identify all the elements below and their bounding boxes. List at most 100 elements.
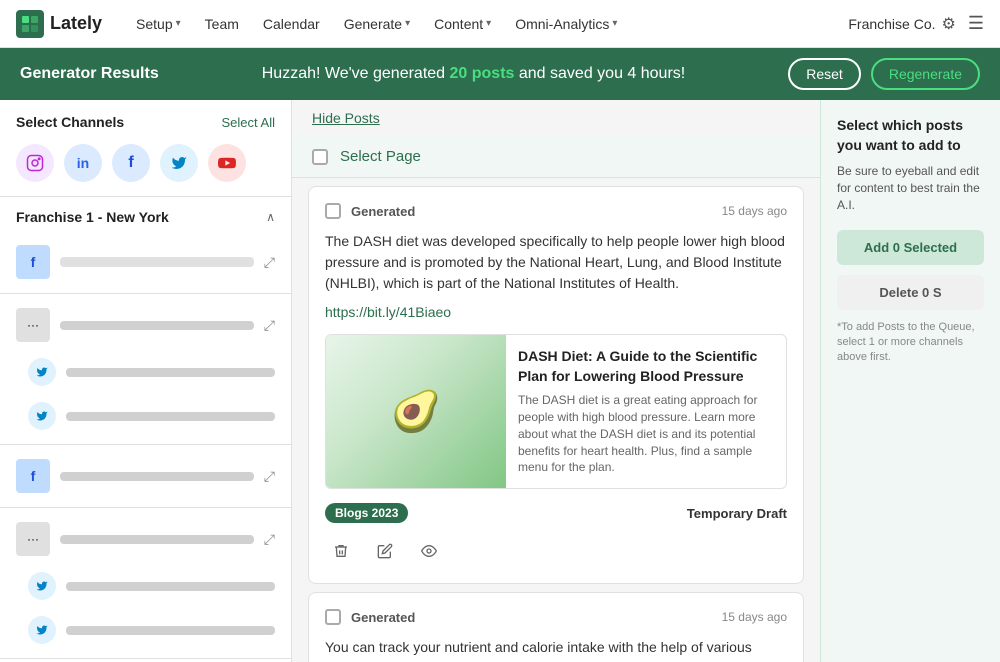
sub-avatar: [28, 402, 56, 430]
post-body: The DASH diet was developed specifically…: [325, 231, 787, 294]
banner-message: Huzzah! We've generated 20 posts and sav…: [159, 65, 789, 83]
sidebar-channel-header: Select Channels Select All: [0, 100, 291, 140]
franchise-name: Franchise 1 - New York: [16, 209, 169, 225]
banner-title: Generator Results: [20, 65, 159, 83]
post-actions: [325, 535, 787, 567]
youtube-channel-icon[interactable]: [208, 144, 246, 182]
blurred-name: [60, 535, 254, 544]
blurred-name: [60, 472, 254, 481]
blurred-name: [60, 321, 254, 330]
banner-buttons: Reset Regenerate: [788, 58, 980, 90]
delete-post-icon[interactable]: [325, 535, 357, 567]
expand-icon[interactable]: ⤢: [264, 317, 275, 334]
preview-post-icon[interactable]: [413, 535, 445, 567]
sub-avatar: [28, 616, 56, 644]
franchise-selector[interactable]: Franchise Co. ⚙: [848, 14, 956, 34]
center-content: Hide Posts Select Page Generated 15 days…: [292, 100, 820, 662]
nav-generate[interactable]: Generate ▾: [334, 10, 420, 38]
blurred-name: [66, 368, 275, 377]
expand-icon[interactable]: ⤢: [264, 254, 275, 271]
channel-icons-row: in f: [0, 140, 291, 196]
franchise-header[interactable]: Franchise 1 - New York ∧: [0, 197, 291, 237]
post-checkbox[interactable]: [325, 203, 341, 219]
facebook-channel-icon[interactable]: f: [112, 144, 150, 182]
left-sidebar: Select Channels Select All in f: [0, 100, 292, 662]
sub-avatar: [28, 358, 56, 386]
delete-selected-button[interactable]: Delete 0 S: [837, 275, 984, 310]
logo-icon: [16, 10, 44, 38]
post-status: Generated: [351, 204, 415, 219]
generator-banner: Generator Results Huzzah! We've generate…: [0, 48, 1000, 100]
hide-posts-link[interactable]: Hide Posts: [312, 110, 380, 126]
article-text: DASH Diet: A Guide to the Scientific Pla…: [506, 335, 786, 488]
chevron-down-icon: ▾: [612, 18, 617, 29]
chevron-down-icon: ▾: [176, 18, 181, 29]
select-channels-label: Select Channels: [16, 114, 124, 130]
app-name: Lately: [50, 13, 102, 34]
sub-avatar: [28, 572, 56, 600]
regenerate-button[interactable]: Regenerate: [871, 58, 980, 90]
post-header: Generated 15 days ago: [325, 203, 787, 219]
right-panel: Select which posts you want to add to Be…: [820, 100, 1000, 662]
logo-area[interactable]: Lately: [16, 10, 102, 38]
account-item[interactable]: f ⤢: [0, 237, 291, 287]
nav-items: Setup ▾ Team Calendar Generate ▾ Content…: [126, 10, 848, 38]
main-layout: Select Channels Select All in f: [0, 100, 1000, 662]
post-checkbox[interactable]: [325, 609, 341, 625]
article-title: DASH Diet: A Guide to the Scientific Pla…: [518, 347, 774, 386]
article-desc: The DASH diet is a great eating approach…: [518, 392, 774, 476]
linkedin-channel-icon[interactable]: in: [64, 144, 102, 182]
post-body: You can track your nutrient and calorie …: [325, 637, 787, 662]
chevron-down-icon: ▾: [405, 18, 410, 29]
right-panel-desc: Be sure to eyeball and edit for content …: [837, 163, 984, 213]
right-panel-title: Select which posts you want to add to: [837, 116, 984, 155]
expand-icon[interactable]: ⤢: [264, 531, 275, 548]
edit-post-icon[interactable]: [369, 535, 401, 567]
select-all-link[interactable]: Select All: [222, 115, 275, 130]
twitter-channel-icon[interactable]: [160, 144, 198, 182]
nav-content[interactable]: Content ▾: [424, 10, 501, 38]
post-card: Generated 15 days ago You can track your…: [308, 592, 804, 662]
blurred-name: [66, 582, 275, 591]
post-date: 15 days ago: [722, 610, 787, 624]
nav-omni-analytics[interactable]: Omni-Analytics ▾: [505, 10, 627, 38]
post-status: Generated: [351, 610, 415, 625]
instagram-channel-icon[interactable]: [16, 144, 54, 182]
nav-team[interactable]: Team: [195, 10, 249, 38]
avatar: ···: [16, 308, 50, 342]
top-navigation: Lately Setup ▾ Team Calendar Generate ▾ …: [0, 0, 1000, 48]
nav-calendar[interactable]: Calendar: [253, 10, 330, 38]
menu-icon[interactable]: ☰: [968, 13, 984, 34]
collapse-icon: ∧: [266, 210, 275, 224]
account-name: [60, 257, 254, 267]
avatar: ···: [16, 522, 50, 556]
account-group-item[interactable]: ··· ⤢: [0, 514, 291, 564]
reset-button[interactable]: Reset: [788, 58, 861, 90]
sub-account-item[interactable]: [0, 608, 291, 652]
draft-status: Temporary Draft: [687, 506, 787, 521]
sub-account-item[interactable]: [0, 564, 291, 608]
tag-badge: Blogs 2023: [325, 503, 408, 523]
post-date: 15 days ago: [722, 204, 787, 218]
sub-account-item[interactable]: [0, 350, 291, 394]
article-preview: 🥑 DASH Diet: A Guide to the Scientific P…: [325, 334, 787, 489]
add-selected-button[interactable]: Add 0 Selected: [837, 230, 984, 265]
expand-icon[interactable]: ⤢: [264, 468, 275, 485]
avatar: f: [16, 245, 50, 279]
post-header: Generated 15 days ago: [325, 609, 787, 625]
article-thumbnail: 🥑: [326, 335, 506, 488]
account-group-item[interactable]: ··· ⤢: [0, 300, 291, 350]
chevron-down-icon: ▾: [486, 18, 491, 29]
franchise-section: Franchise 1 - New York ∧ f ⤢ ··· ⤢: [0, 196, 291, 662]
nav-setup[interactable]: Setup ▾: [126, 10, 191, 38]
sub-account-item[interactable]: [0, 394, 291, 438]
nav-right: Franchise Co. ⚙ ☰: [848, 13, 984, 34]
select-page-row: Select Page: [292, 136, 820, 178]
post-link[interactable]: https://bit.ly/41Biaeo: [325, 304, 787, 320]
account-item[interactable]: f ⤢: [0, 451, 291, 501]
select-page-text: Select Page: [340, 148, 421, 165]
org-icon: ⚙: [942, 14, 956, 34]
select-page-checkbox[interactable]: [312, 149, 328, 165]
blurred-name: [66, 626, 275, 635]
right-panel-note: *To add Posts to the Queue, select 1 or …: [837, 320, 984, 366]
